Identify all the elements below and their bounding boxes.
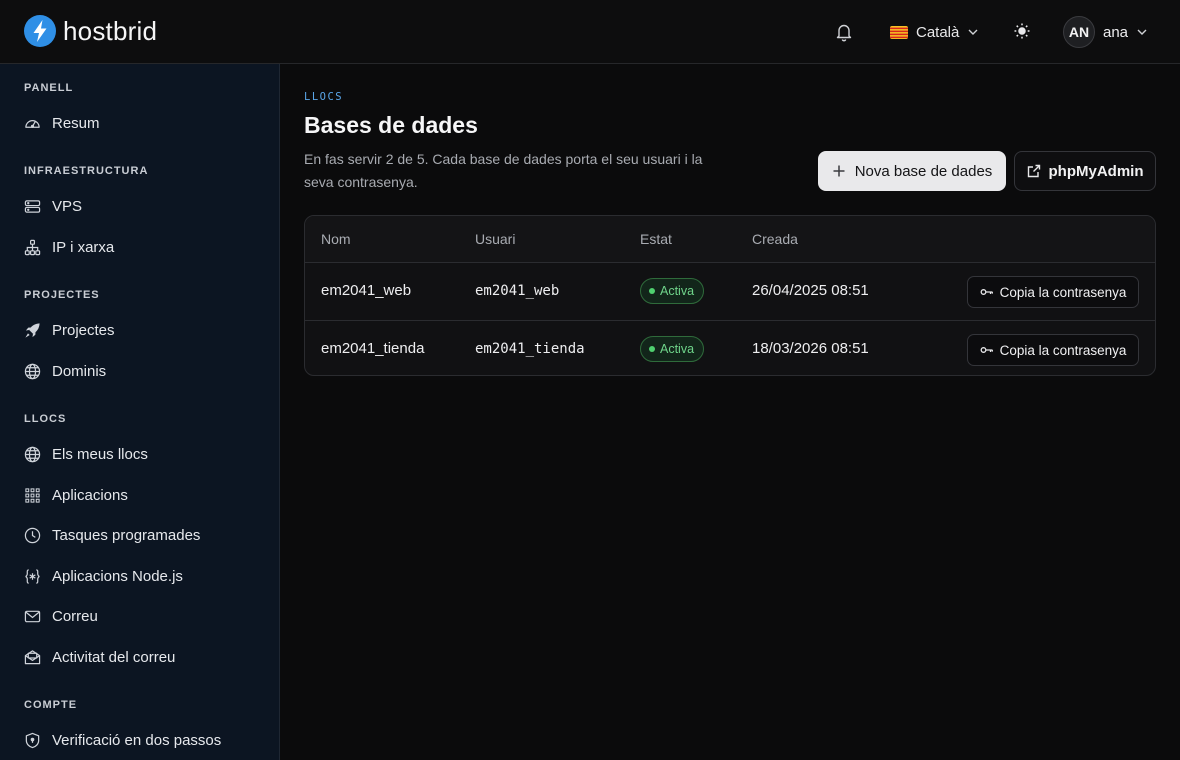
sidebar-item-label: IP i xarxa [52,238,115,256]
user-menu[interactable]: AN ana [1063,16,1148,48]
section-title-compte: COMPTE [24,699,78,711]
phpmyadmin-button[interactable]: phpMyAdmin [1014,151,1156,191]
sun-icon[interactable] [1013,22,1031,40]
globe-icon [24,446,41,462]
column-header-nom: Nom [321,231,351,247]
top-bar: hostbrid Català AN ana [0,0,1180,64]
status-dot-icon [649,346,655,352]
table-row: em2041_tienda em2041_tienda Activa 18/03… [305,320,1155,375]
database-name: em2041_web [321,282,412,299]
plus-icon [833,165,845,177]
copy-password-button[interactable]: Copia la contrasenya [967,276,1139,308]
databases-table: Nom Usuari Estat Creada em2041_web em204… [304,215,1156,376]
language-selector[interactable]: Català [890,18,979,46]
sidebar-item-ip-xarxa[interactable]: IP i xarxa [24,235,114,259]
sidebar-item-label: Aplicacions Node.js [52,567,183,585]
sidebar-item-activitat-correu[interactable]: Activitat del correu [24,645,175,669]
grid-icon [25,487,40,503]
database-user: em2041_tienda [475,341,585,357]
database-name: em2041_tienda [321,340,425,357]
sidebar-item-label: Verificació en dos passos [52,731,222,749]
column-header-usuari: Usuari [475,231,516,247]
copy-password-label: Copia la contrasenya [999,284,1127,300]
status-badge: Activa [640,336,705,362]
main-content: LLOCS Bases de dades En fas servir 2 de … [280,64,1180,760]
sidebar-item-label: Projectes [52,321,115,339]
section-title-projectes: PROJECTES [24,289,100,301]
sidebar-item-label: Correu [52,607,98,625]
section-title-llocs: LLOCS [24,413,67,425]
external-link-icon [1027,164,1040,178]
sidebar-item-dominis[interactable]: Dominis [24,359,106,383]
section-title-panell: PANELL [24,82,74,94]
new-database-button[interactable]: Nova base de dades [818,151,1006,191]
status-dot-icon [649,288,655,294]
page-title: Bases de dades [304,112,478,138]
avatar: AN [1063,16,1095,48]
key-icon [980,289,993,295]
new-database-label: Nova base de dades [854,162,993,180]
sidebar-item-label: Aplicacions [52,486,128,504]
sidebar-item-projectes[interactable]: Projectes [24,318,115,342]
bolt-logo-icon [24,15,56,47]
gauge-icon [25,119,40,128]
sidebar-item-els-meus-llocs[interactable]: Els meus llocs [24,442,148,466]
sidebar-item-aplicacions[interactable]: Aplicacions [24,483,128,507]
user-name: ana [1103,23,1129,41]
sidebar-item-label: Dominis [52,362,107,380]
database-user: em2041_web [475,283,560,299]
code-braces-icon [25,568,40,584]
sidebar-item-aplicacions-nodejs[interactable]: Aplicacions Node.js [24,564,183,588]
table-row: em2041_web em2041_web Activa 26/04/2025 … [305,263,1155,320]
rocket-icon [25,322,40,338]
sidebar-item-label: Tasques programades [52,526,201,544]
copy-password-label: Copia la contrasenya [999,342,1127,358]
brand[interactable]: hostbrid [24,15,157,47]
section-eyebrow: LLOCS [304,91,344,103]
sidebar-item-vps[interactable]: VPS [24,194,82,218]
clock-icon [24,527,41,543]
language-label: Català [916,23,960,41]
chevron-down-icon [1137,29,1147,35]
globe-icon [24,363,41,379]
bell-icon[interactable] [835,22,853,42]
catalan-flag-icon [890,25,908,39]
sidebar-item-label: Activitat del correu [52,648,176,666]
sidebar-item-label: VPS [52,197,83,215]
chevron-down-icon [968,29,978,35]
section-title-infraestructura: INFRAESTRUCTURA [24,165,149,177]
shield-icon [25,732,40,748]
sidebar-item-correu[interactable]: Correu [24,604,98,628]
sidebar-item-tasques-programades[interactable]: Tasques programades [24,523,200,547]
status-badge: Activa [640,278,705,304]
created-date: 26/04/2025 08:51 [752,282,869,299]
table-header: Nom Usuari Estat Creada [305,216,1155,263]
brand-name: hostbrid [63,15,158,46]
sidebar: PANELL Resum INFRAESTRUCTURA VPS IP i xa… [0,64,280,760]
sidebar-item-label: Resum [52,114,100,132]
mail-icon [24,610,41,622]
mail-open-icon [24,649,41,664]
sidebar-item-resum[interactable]: Resum [24,111,100,135]
created-date: 18/03/2026 08:51 [752,340,869,357]
phpmyadmin-label: phpMyAdmin [1048,162,1144,180]
status-label: Activa [660,342,695,356]
column-header-creada: Creada [752,231,798,247]
status-label: Activa [660,284,695,298]
server-icon [24,199,41,213]
sidebar-item-verificacio-dos-passos[interactable]: Verificació en dos passos [24,728,221,752]
key-icon [980,347,993,353]
copy-password-button[interactable]: Copia la contrasenya [967,334,1139,366]
column-header-estat: Estat [640,231,672,247]
network-icon [24,239,41,255]
sidebar-item-label: Els meus llocs [52,445,148,463]
page-subtitle: En fas servir 2 de 5. Cada base de dades… [304,151,703,190]
